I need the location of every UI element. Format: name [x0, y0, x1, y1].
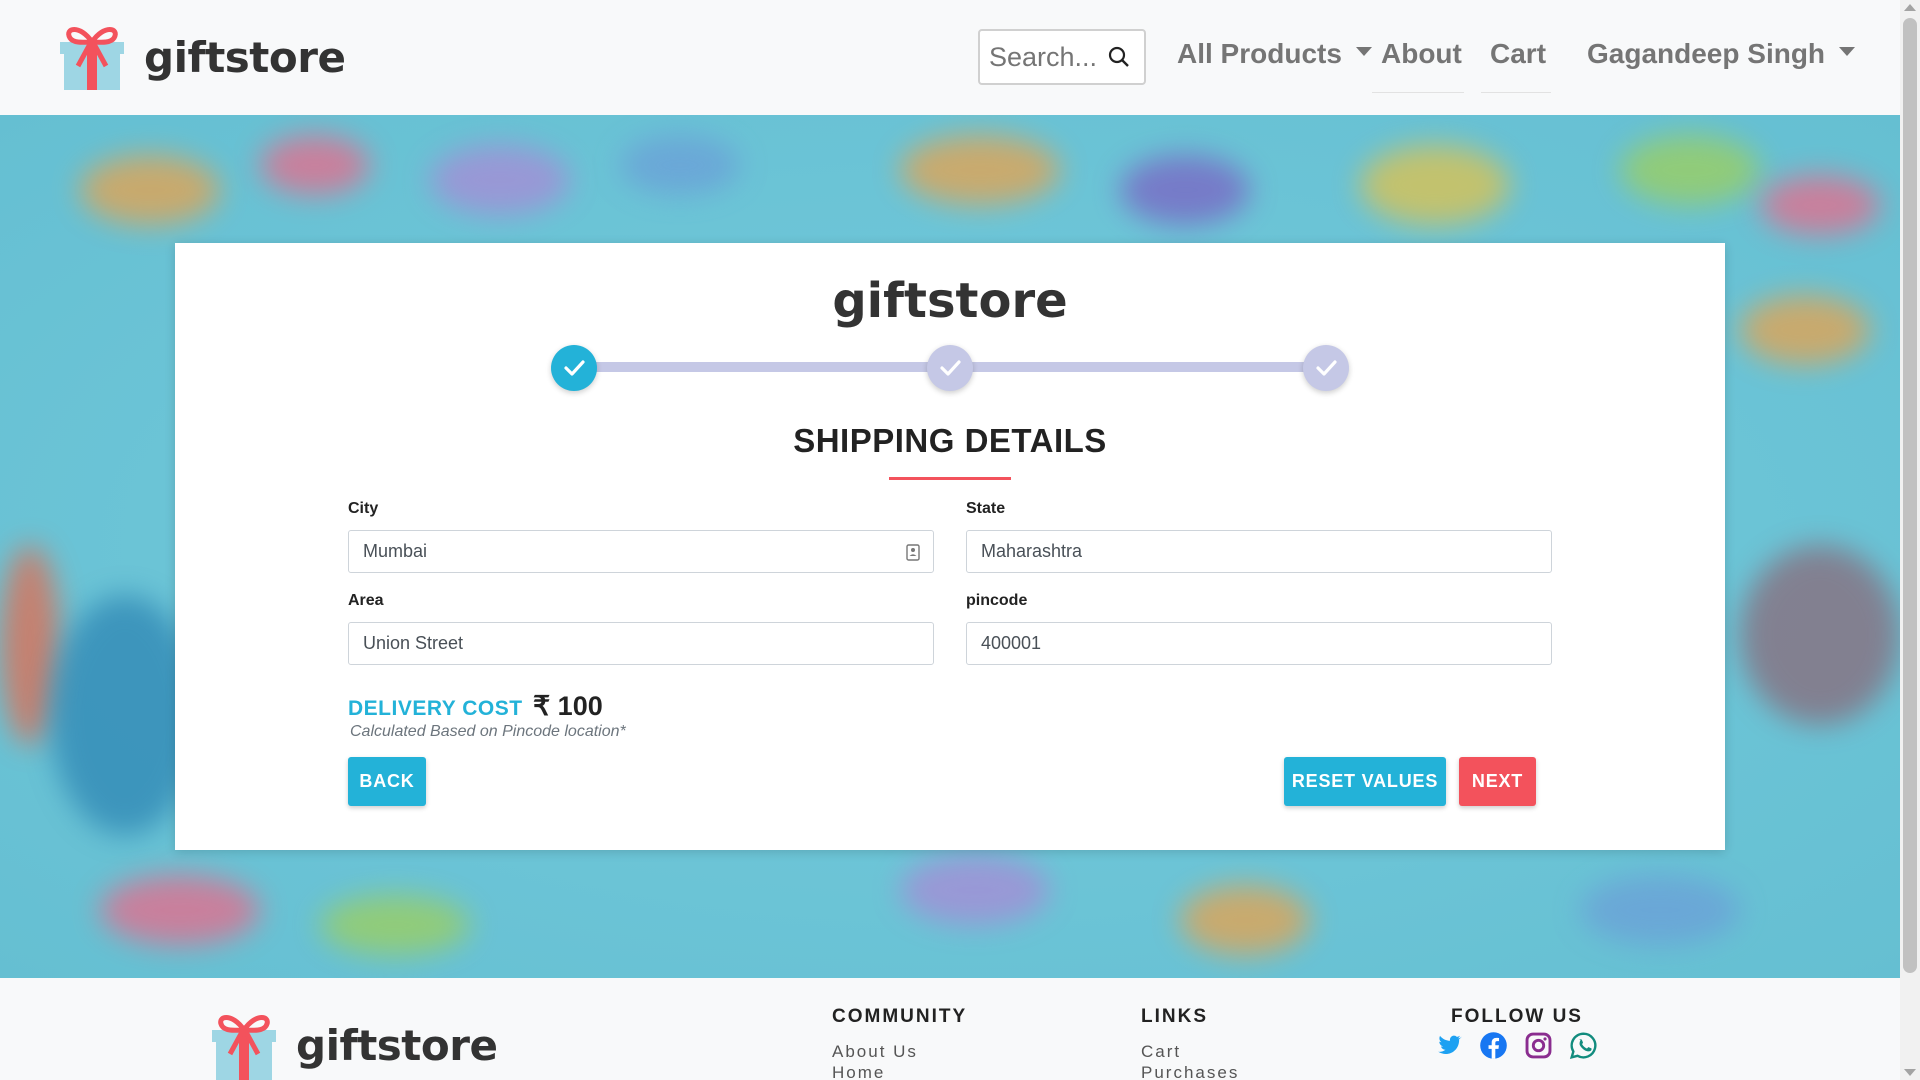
- bg-decoration: [900, 135, 1060, 205]
- footer-link-home[interactable]: Home: [832, 1063, 885, 1080]
- bg-decoration: [1620, 135, 1760, 205]
- bg-decoration: [260, 135, 370, 195]
- back-button[interactable]: BACK: [348, 757, 426, 806]
- delivery-cost-note: Calculated Based on Pincode location*: [350, 723, 626, 740]
- bg-decoration: [900, 855, 1050, 925]
- brand-link[interactable]: giftstore: [60, 22, 346, 92]
- scroll-down-arrow-icon[interactable]: [1904, 1069, 1916, 1076]
- whatsapp-icon[interactable]: [1569, 1031, 1598, 1060]
- footer-link-purchases[interactable]: Purchases: [1141, 1063, 1239, 1080]
- bg-decoration: [1120, 155, 1250, 225]
- bg-decoration: [1180, 885, 1310, 955]
- footer-brand-name: giftstore: [296, 1020, 498, 1070]
- step-3: [1303, 345, 1349, 391]
- user-name: Gagandeep Singh: [1587, 38, 1826, 69]
- state-input[interactable]: [967, 531, 1551, 572]
- state-field[interactable]: [966, 530, 1552, 573]
- footer-follow-heading: FOLLOW US: [1451, 1006, 1583, 1027]
- search-input[interactable]: [980, 31, 1100, 83]
- shipping-card: giftstore SHIPPING DETAILS City State Ar…: [175, 243, 1725, 850]
- footer-brand[interactable]: giftstore: [212, 1010, 498, 1080]
- bg-decoration: [1580, 875, 1740, 945]
- twitter-icon[interactable]: [1434, 1031, 1463, 1060]
- footer-link-about-us[interactable]: About Us: [832, 1042, 918, 1062]
- search-icon[interactable]: [1108, 46, 1130, 68]
- nav-cart-underline: [1481, 92, 1551, 93]
- bg-decoration: [80, 155, 220, 225]
- footer: giftstore COMMUNITY About Us Home LINKS …: [0, 978, 1900, 1080]
- bg-decoration: [430, 145, 570, 215]
- navbar: giftstore All Products About Cart Gagand…: [0, 0, 1900, 115]
- nav-all-products-dropdown[interactable]: All Products: [1177, 38, 1372, 70]
- state-label: State: [966, 500, 1006, 517]
- area-field[interactable]: [348, 622, 934, 665]
- city-label: City: [348, 500, 379, 517]
- delivery-cost-label: DELIVERY COST: [348, 697, 523, 720]
- step-2: [927, 345, 973, 391]
- nav-user-dropdown[interactable]: Gagandeep Singh: [1587, 38, 1856, 70]
- caret-down-icon: [1355, 47, 1372, 57]
- delivery-cost-value: ₹ 100: [533, 691, 603, 721]
- pincode-field[interactable]: [966, 622, 1552, 665]
- caret-down-icon: [1839, 47, 1856, 57]
- section-title: SHIPPING DETAILS: [793, 422, 1107, 459]
- footer-community-heading: COMMUNITY: [832, 1006, 968, 1027]
- nav-all-products-label: All Products: [1177, 38, 1342, 69]
- area-label: Area: [348, 592, 384, 609]
- gift-logo-icon: [60, 27, 124, 90]
- pincode-label: pincode: [966, 592, 1028, 609]
- brand-name: giftstore: [144, 32, 346, 82]
- bg-decoration: [320, 895, 470, 955]
- title-underline: [889, 477, 1011, 480]
- area-input[interactable]: [349, 623, 933, 664]
- card-brand-title: giftstore: [832, 273, 1068, 329]
- footer-links-heading: LINKS: [1141, 1006, 1208, 1027]
- footer-link-cart[interactable]: Cart: [1141, 1042, 1181, 1062]
- progress-stepper: [550, 343, 1350, 393]
- contact-card-icon[interactable]: [906, 544, 920, 561]
- page-scrollbar[interactable]: [1900, 0, 1920, 1080]
- city-input[interactable]: [349, 531, 933, 572]
- city-field[interactable]: [348, 530, 934, 573]
- check-icon: [564, 360, 585, 376]
- next-button[interactable]: NEXT: [1459, 757, 1536, 806]
- bg-decoration: [100, 875, 260, 945]
- step-1: [551, 345, 597, 391]
- reset-values-button[interactable]: RESET VALUES: [1284, 757, 1446, 806]
- scrollbar-thumb[interactable]: [1903, 18, 1917, 973]
- check-icon: [1316, 360, 1337, 376]
- bg-decoration: [1760, 175, 1880, 235]
- pincode-input[interactable]: [967, 623, 1551, 664]
- bg-decoration: [1740, 545, 1900, 725]
- scroll-up-arrow-icon[interactable]: [1904, 4, 1916, 11]
- facebook-icon[interactable]: [1479, 1031, 1508, 1060]
- search-box[interactable]: [978, 29, 1146, 85]
- instagram-icon[interactable]: [1524, 1031, 1553, 1060]
- bg-decoration: [620, 135, 740, 195]
- bg-decoration: [1740, 295, 1870, 365]
- bg-decoration: [1360, 145, 1510, 225]
- nav-cart-link[interactable]: Cart: [1490, 38, 1546, 70]
- nav-about-link[interactable]: About: [1381, 38, 1462, 70]
- social-icons: [1434, 1031, 1598, 1060]
- nav-about-underline: [1372, 92, 1464, 93]
- check-icon: [940, 360, 961, 376]
- gift-logo-icon: [212, 1015, 276, 1080]
